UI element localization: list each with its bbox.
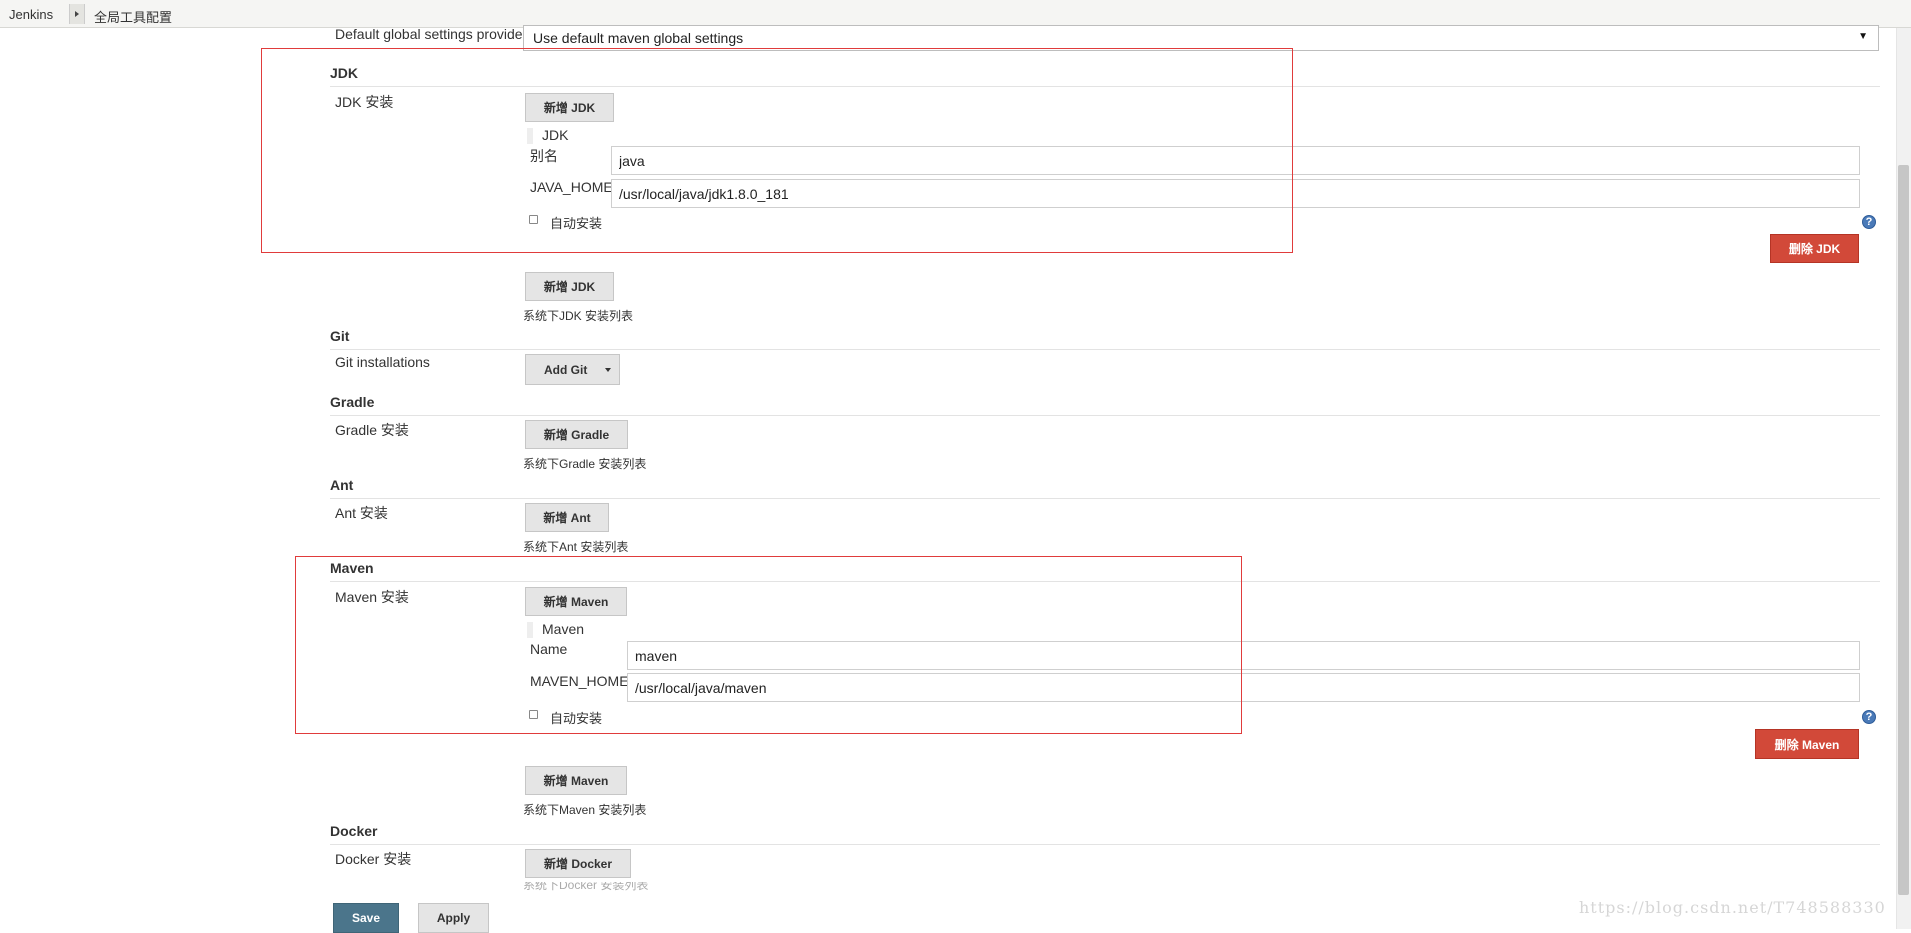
docker-install-label: Docker 安装 [335,851,412,867]
add-git-button[interactable]: Add Git [525,354,620,385]
add-git-label: Add Git [544,362,588,377]
add-docker-button[interactable]: 新增 Docker [525,849,631,878]
docker-divider [330,844,1880,845]
ant-install-label: Ant 安装 [335,505,388,521]
maven-list-description: 系统下Maven 安装列表 [523,803,647,817]
docker-list-description: 系统下Docker 安装列表 [523,882,649,892]
jdk-list-description: 系统下JDK 安装列表 [523,309,634,323]
ant-list-description: 系统下Ant 安装列表 [523,540,629,554]
breadcrumb-home-link[interactable]: Jenkins [9,7,53,22]
gradle-divider [330,415,1880,416]
docker-list-description-clip: 系统下Docker 安装列表 [523,882,653,894]
breadcrumb-current-page: 全局工具配置 [94,10,173,25]
delete-jdk-button[interactable]: 删除 JDK [1770,234,1859,263]
chevron-down-icon [605,368,611,372]
git-install-label: Git installations [335,354,430,370]
jdk-highlight-box [261,48,1293,253]
watermark-text: https://blog.csdn.net/T748588330 [1579,898,1886,917]
chevron-right-icon[interactable] [69,4,85,24]
git-divider [330,349,1880,350]
chevron-down-icon: ▼ [1858,31,1868,42]
docker-section-title: Docker [330,823,378,839]
add-maven-bottom-button[interactable]: 新增 Maven [525,766,627,795]
breadcrumb: Jenkins 全局工具配置 [0,0,1911,28]
ant-section-title: Ant [330,477,354,493]
git-section-title: Git [330,328,350,344]
global-settings-value: Use default maven global settings [533,30,744,46]
gradle-section-title: Gradle [330,394,375,410]
add-ant-button[interactable]: 新增 Ant [525,503,609,532]
ant-divider [330,498,1880,499]
gradle-list-description: 系统下Gradle 安装列表 [523,457,647,471]
global-settings-label: Default global settings provider [335,26,528,42]
scrollbar-thumb[interactable] [1898,165,1909,895]
add-jdk-bottom-button[interactable]: 新增 JDK [525,272,614,301]
help-icon[interactable]: ? [1862,215,1876,229]
help-icon[interactable]: ? [1862,710,1876,724]
delete-maven-button[interactable]: 删除 Maven [1755,729,1859,759]
maven-highlight-box [295,556,1242,734]
gradle-install-label: Gradle 安装 [335,422,409,438]
add-gradle-button[interactable]: 新增 Gradle [525,420,628,449]
